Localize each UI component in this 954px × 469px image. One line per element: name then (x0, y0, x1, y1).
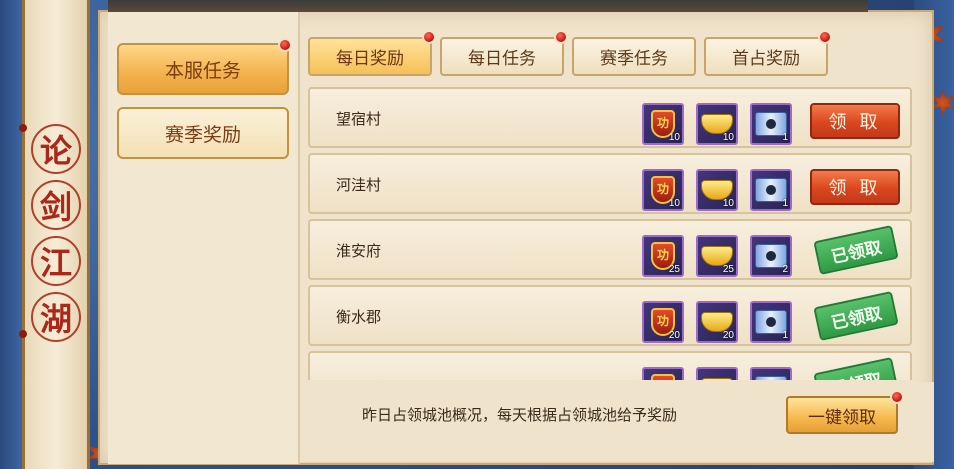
scroll-icon (755, 376, 787, 380)
notification-dot-icon (422, 30, 436, 44)
reward-item[interactable]: 20 (696, 301, 738, 343)
reward-item[interactable]: 功 10 (642, 169, 684, 211)
city-name: 河洼村 (336, 177, 382, 194)
list-item: 望宿村 功 10 10 1 领 取 (308, 87, 912, 148)
left-frame-strip (0, 0, 24, 469)
reward-count: 25 (722, 264, 734, 275)
reward-count: 10 (668, 198, 680, 209)
reward-count: 10 (722, 132, 734, 143)
claimed-stamp: 已领取 (813, 225, 899, 275)
notification-dot-icon (554, 30, 568, 44)
tab-daily-rewards[interactable]: 每日奖励 (308, 37, 432, 76)
city-name: 望宿村 (336, 111, 382, 128)
list-item: 功 已领取 (308, 351, 912, 380)
notification-dot-icon (818, 30, 832, 44)
list-item: 淮安府 功 25 25 2 已领取 (308, 219, 912, 280)
reward-item[interactable]: 2 (750, 235, 792, 277)
reward-item[interactable] (696, 367, 738, 380)
notification-dot-icon (278, 38, 292, 52)
reward-item[interactable]: 25 (696, 235, 738, 277)
game-title-scroll: 论 剑 江 湖 (19, 0, 90, 469)
reward-item[interactable]: 10 (696, 169, 738, 211)
tab-label: 每日任务 (468, 49, 536, 68)
side-menu-season-rewards[interactable]: 赛季奖励 (117, 107, 289, 159)
tab-season-tasks[interactable]: 赛季任务 (572, 37, 696, 76)
gold-ingot-icon (701, 246, 733, 266)
reward-count: 10 (668, 132, 680, 143)
tab-daily-tasks[interactable]: 每日任务 (440, 37, 564, 76)
list-item: 河洼村 功 10 10 1 领 取 (308, 153, 912, 214)
side-menu-label: 本服任务 (164, 60, 241, 82)
reward-count: 1 (782, 198, 788, 209)
reward-item[interactable]: 1 (750, 103, 792, 145)
game-title-char: 江 (31, 236, 81, 286)
reward-item[interactable]: 功 25 (642, 235, 684, 277)
panel-top-bar (108, 0, 868, 12)
reward-list[interactable]: 望宿村 功 10 10 1 领 取 河洼村 功 10 10 1 领 取 淮安府 … (308, 84, 916, 380)
reward-item[interactable]: 功 (642, 367, 684, 380)
list-item: 衡水郡 功 20 20 1 已领取 (308, 285, 912, 346)
claim-all-button[interactable]: 一键领取 (786, 396, 898, 434)
reward-count: 1 (782, 330, 788, 341)
reward-item[interactable]: 1 (750, 169, 792, 211)
tab-first-capture-rewards[interactable]: 首占奖励 (704, 37, 828, 76)
merit-badge-icon: 功 (651, 374, 675, 380)
claim-all-label: 一键领取 (808, 407, 876, 427)
claimed-stamp: 已领取 (813, 357, 899, 380)
city-name: 衡水郡 (336, 309, 382, 326)
city-name: 淮安府 (336, 243, 382, 260)
gold-ingot-icon (701, 180, 733, 200)
claimed-stamp: 已领取 (813, 291, 899, 341)
reward-count: 10 (722, 198, 734, 209)
reward-count: 20 (722, 330, 734, 341)
reward-item[interactable]: 功 20 (642, 301, 684, 343)
reward-count: 1 (782, 132, 788, 143)
reward-count: 25 (668, 264, 680, 275)
tab-label: 首占奖励 (732, 49, 800, 68)
tab-label: 赛季任务 (600, 49, 668, 68)
reward-count: 2 (782, 264, 788, 275)
scroll-pin-icon (19, 124, 27, 132)
game-title-char: 论 (31, 124, 81, 174)
reward-item[interactable]: 1 (750, 301, 792, 343)
gold-ingot-icon (701, 312, 733, 332)
gold-ingot-icon (701, 378, 733, 380)
reward-item[interactable]: 功 10 (642, 103, 684, 145)
game-title-char: 湖 (31, 292, 81, 342)
gold-ingot-icon (701, 114, 733, 134)
tab-label: 每日奖励 (336, 49, 404, 68)
reward-item[interactable]: 10 (696, 103, 738, 145)
game-title-char: 剑 (31, 180, 81, 230)
footer-description: 昨日占领城池概况，每天根据占领城池给予奖励 (362, 407, 678, 424)
notification-dot-icon (890, 390, 904, 404)
side-menu-label: 赛季奖励 (164, 124, 241, 146)
reward-item[interactable] (750, 367, 792, 380)
scroll-pin-icon (19, 330, 27, 338)
side-menu-server-tasks[interactable]: 本服任务 (117, 43, 289, 95)
reward-count: 20 (668, 330, 680, 341)
claim-button[interactable]: 领 取 (810, 103, 900, 139)
claim-button[interactable]: 领 取 (810, 169, 900, 205)
